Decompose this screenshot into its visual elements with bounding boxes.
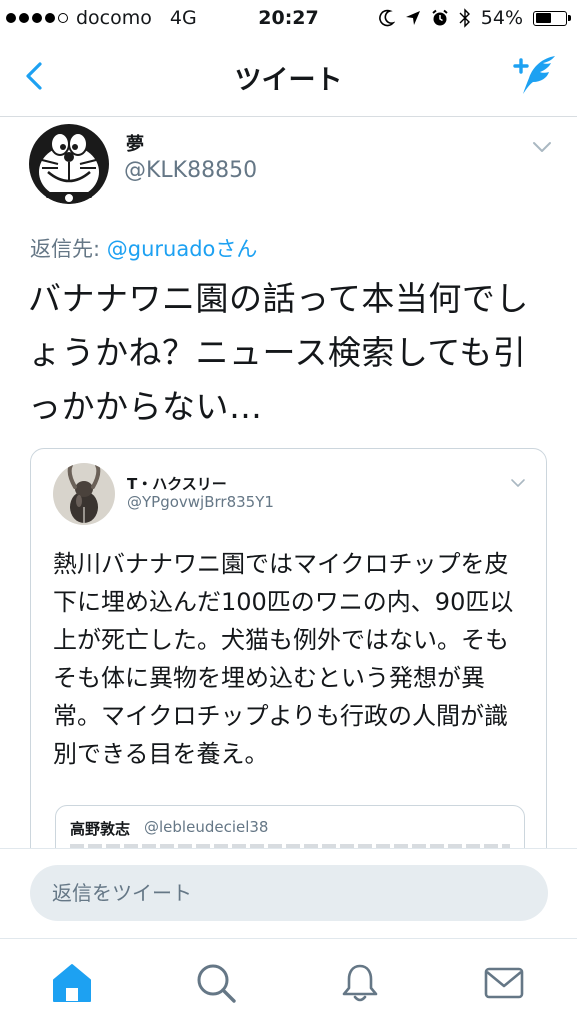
home-icon[interactable]	[50, 961, 94, 1005]
messages-envelope-icon[interactable]	[482, 961, 526, 1005]
tab-bar	[0, 938, 577, 1025]
chevron-down-icon[interactable]	[510, 475, 526, 491]
compose-tweet-icon[interactable]	[511, 52, 559, 98]
reply-input[interactable]	[30, 865, 548, 921]
doraemon-avatar-image	[26, 118, 112, 204]
avatar[interactable]	[26, 118, 112, 204]
chevron-down-icon[interactable]	[531, 136, 553, 158]
nested-display-name: 高野敦志	[70, 820, 131, 838]
battery-level-fill	[535, 13, 551, 23]
quoted-tweet-text: 熱川バナナワニ園ではマイクロチップを皮下に埋め込んだ100匹のワニの内、90匹以…	[53, 550, 514, 768]
status-right: 54%	[378, 7, 571, 29]
page-title: ツイート	[234, 65, 343, 96]
quoted-user-handle: @YPgovwjBrr835Y1	[127, 493, 274, 511]
status-bar: docomo 4G 20:27 54%	[0, 0, 577, 38]
reply-mention-link[interactable]: @guruadoさん	[107, 237, 258, 261]
notifications-bell-icon[interactable]	[338, 961, 382, 1005]
quoted-display-name: T・ハクスリー	[127, 475, 227, 493]
beetle-avatar-image	[53, 463, 115, 525]
tweet-text: バナナワニ園の話って本当何でしょうかね？ニュース検索しても引っかからない…	[28, 279, 529, 426]
battery-percent: 54%	[480, 7, 523, 29]
battery-icon	[533, 10, 571, 26]
moon-icon	[378, 9, 395, 27]
bluetooth-icon	[459, 8, 470, 28]
user-handle[interactable]: @KLK88850	[124, 158, 257, 183]
reply-context: 返信先: @guruadoさん	[30, 233, 257, 263]
quoted-avatar	[53, 463, 115, 525]
display-name[interactable]: 夢	[126, 130, 144, 156]
quoted-tweet-card[interactable]: T・ハクスリー @YPgovwjBrr835Y1 熱川バナナワニ園ではマイクロチ…	[30, 448, 547, 868]
reply-prefix: 返信先:	[30, 237, 107, 261]
reply-bar	[0, 848, 577, 939]
alarm-clock-icon	[432, 9, 448, 26]
search-icon[interactable]	[194, 961, 238, 1005]
nested-user-handle: @lebleudeciel38	[144, 818, 269, 836]
location-arrow-icon	[405, 11, 420, 25]
nav-bar: ツイート	[0, 38, 577, 117]
